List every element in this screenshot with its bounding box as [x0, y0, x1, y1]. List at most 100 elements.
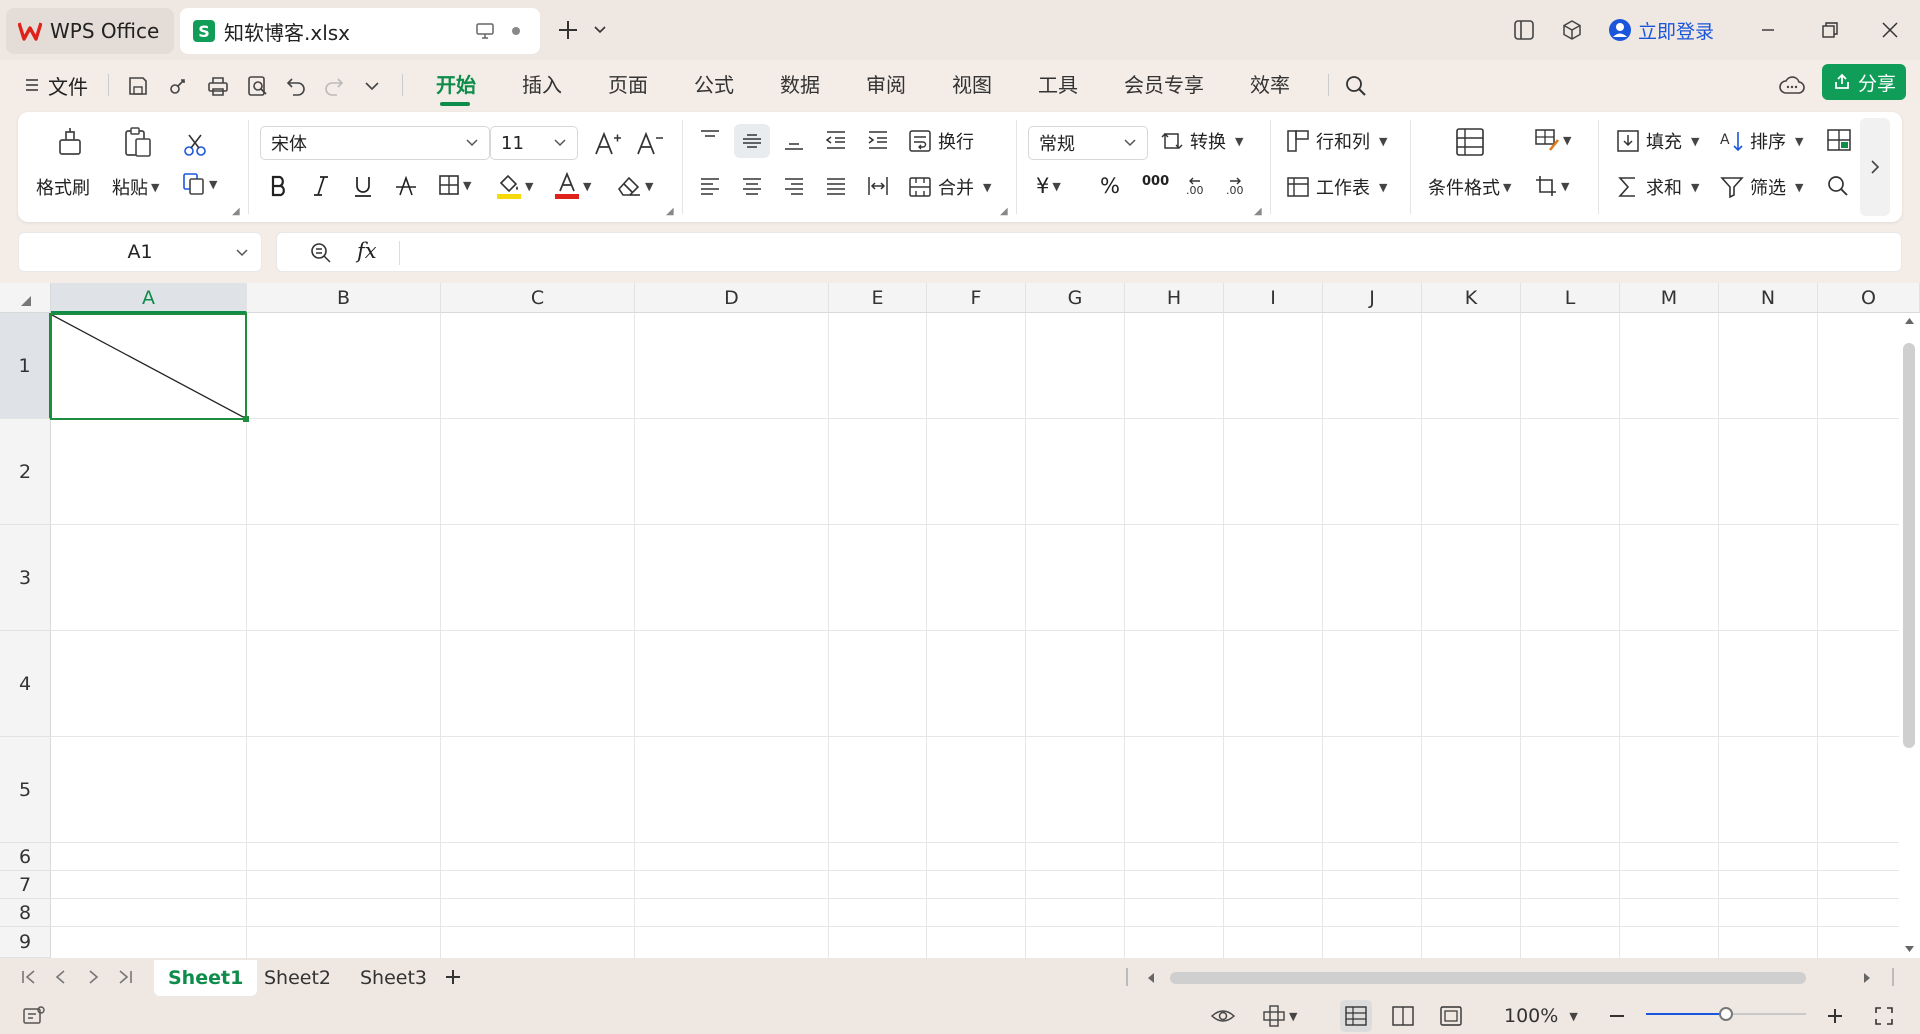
row-header-6[interactable]: 6 [0, 843, 51, 871]
add-sheet-icon[interactable] [444, 968, 462, 986]
cut-icon[interactable] [182, 132, 208, 158]
vertical-scroll-thumb[interactable] [1903, 343, 1915, 748]
ribbon-scroll-right-icon[interactable] [1860, 118, 1890, 216]
tab-view[interactable]: 视图 [952, 68, 992, 102]
row-header-9[interactable]: 9 [0, 927, 51, 958]
last-sheet-icon[interactable] [116, 968, 134, 986]
row-header-4[interactable]: 4 [0, 631, 51, 737]
italic-icon[interactable] [310, 174, 332, 198]
row-header-1[interactable]: 1 [0, 313, 51, 419]
currency-format-button[interactable]: ¥ ▼ [1036, 174, 1061, 198]
print-preview-icon[interactable] [244, 72, 272, 100]
next-sheet-icon[interactable] [84, 968, 102, 986]
align-top-icon[interactable] [698, 128, 722, 152]
align-bottom-icon[interactable] [782, 128, 806, 152]
select-all-corner[interactable] [0, 283, 51, 313]
cell-style-button[interactable]: ▼ [1534, 128, 1571, 152]
column-header-h[interactable]: H [1125, 283, 1224, 313]
split-handle[interactable] [1126, 968, 1128, 986]
search-icon[interactable] [1342, 72, 1370, 100]
find-icon[interactable] [1826, 174, 1850, 198]
print-icon[interactable] [204, 72, 232, 100]
eye-protection-icon[interactable] [1210, 1002, 1236, 1030]
thousands-separator-button[interactable]: 000 [1142, 174, 1169, 189]
align-center-icon[interactable] [740, 174, 764, 198]
decrease-decimal-icon[interactable]: .00 [1226, 174, 1252, 198]
column-header-f[interactable]: F [927, 283, 1026, 313]
monitor-icon[interactable] [476, 23, 494, 39]
increase-decimal-icon[interactable]: .00 [1186, 174, 1212, 198]
fill-color-button[interactable]: ▼ [496, 172, 533, 200]
format-painter-icon[interactable] [54, 126, 86, 158]
column-header-e[interactable]: E [829, 283, 927, 313]
convert-button[interactable]: 转换 ▼ [1160, 128, 1243, 154]
cube-icon[interactable] [1556, 14, 1588, 46]
tab-formula[interactable]: 公式 [694, 68, 734, 102]
fill-handle[interactable] [243, 416, 249, 422]
column-header-k[interactable]: K [1422, 283, 1521, 313]
zoom-formula-icon[interactable] [309, 241, 333, 265]
rows-cols-button[interactable]: 行和列 ▼ [1286, 128, 1387, 154]
column-header-j[interactable]: J [1323, 283, 1422, 313]
strikethrough-icon[interactable] [394, 174, 418, 198]
page-layout-view-icon[interactable] [1392, 1002, 1414, 1030]
redo-icon[interactable] [320, 72, 348, 100]
minimize-icon[interactable] [1752, 14, 1784, 46]
copy-button[interactable]: ▼ [182, 172, 217, 196]
sheet-tab-2[interactable]: Sheet2 [250, 960, 345, 996]
clear-button[interactable]: ▼ [616, 174, 653, 198]
vertical-scrollbar[interactable] [1899, 313, 1920, 958]
paste-icon[interactable] [122, 126, 154, 158]
column-header-a[interactable]: A [51, 283, 247, 313]
close-icon[interactable] [1874, 14, 1906, 46]
bold-icon[interactable] [268, 174, 290, 198]
column-header-i[interactable]: I [1224, 283, 1323, 313]
merge-button[interactable]: 合并 ▼ [908, 174, 991, 200]
share-button[interactable]: 分享 [1822, 64, 1906, 100]
format-painter-label[interactable]: 格式刷 [36, 174, 90, 200]
scroll-right-icon[interactable] [1862, 972, 1872, 984]
column-header-m[interactable]: M [1620, 283, 1719, 313]
tab-insert[interactable]: 插入 [522, 68, 562, 102]
new-tab-icon[interactable] [552, 14, 584, 46]
paste-button[interactable]: 粘贴 ▼ [112, 174, 159, 200]
increase-indent-icon[interactable] [866, 128, 890, 152]
dialog-launcher-icon[interactable]: ◢ [666, 206, 674, 217]
column-header-d[interactable]: D [635, 283, 829, 313]
table-format-icon[interactable] [1826, 128, 1852, 152]
filter-button[interactable]: 筛选 ▼ [1720, 174, 1803, 200]
font-name-select[interactable]: 宋体 [260, 126, 490, 160]
undo-icon[interactable] [282, 72, 310, 100]
conditional-format-icon[interactable] [1454, 126, 1486, 158]
align-left-icon[interactable] [698, 174, 722, 198]
prev-sheet-icon[interactable] [52, 968, 70, 986]
row-header-8[interactable]: 8 [0, 899, 51, 927]
fill-button[interactable]: 填充 ▼ [1616, 128, 1699, 154]
number-format-select[interactable]: 常规 [1028, 126, 1148, 160]
active-cell-a1[interactable] [50, 313, 249, 422]
justify-icon[interactable] [824, 174, 848, 198]
cross-highlight-button[interactable]: ▼ [1262, 1002, 1297, 1030]
split-handle[interactable] [1892, 968, 1894, 986]
page-break-view-icon[interactable] [1440, 1002, 1462, 1030]
column-header-c[interactable]: C [441, 283, 635, 313]
sort-button[interactable]: A 排序 ▼ [1720, 128, 1803, 154]
tab-home[interactable]: 开始 [436, 68, 476, 102]
distributed-align-icon[interactable] [866, 174, 890, 198]
worksheet-button[interactable]: 工作表 ▼ [1286, 174, 1387, 200]
align-middle-icon[interactable] [734, 124, 770, 158]
horizontal-scroll-thumb[interactable] [1170, 972, 1806, 984]
macro-record-icon[interactable] [22, 1002, 46, 1030]
restore-icon[interactable] [1814, 14, 1846, 46]
zoom-level-select[interactable]: 100% ▼ [1504, 1002, 1578, 1030]
app-tab-wps[interactable]: WPS Office [6, 8, 174, 54]
sum-button[interactable]: 求和 ▼ [1616, 174, 1699, 200]
tab-review[interactable]: 审阅 [866, 68, 906, 102]
tab-membership[interactable]: 会员专享 [1124, 68, 1204, 102]
row-header-7[interactable]: 7 [0, 871, 51, 899]
zoom-out-icon[interactable] [1608, 1002, 1626, 1030]
normal-view-icon[interactable] [1340, 1000, 1372, 1032]
wrap-text-button[interactable]: 换行 [908, 128, 974, 154]
tab-data[interactable]: 数据 [780, 68, 820, 102]
column-header-g[interactable]: G [1026, 283, 1125, 313]
